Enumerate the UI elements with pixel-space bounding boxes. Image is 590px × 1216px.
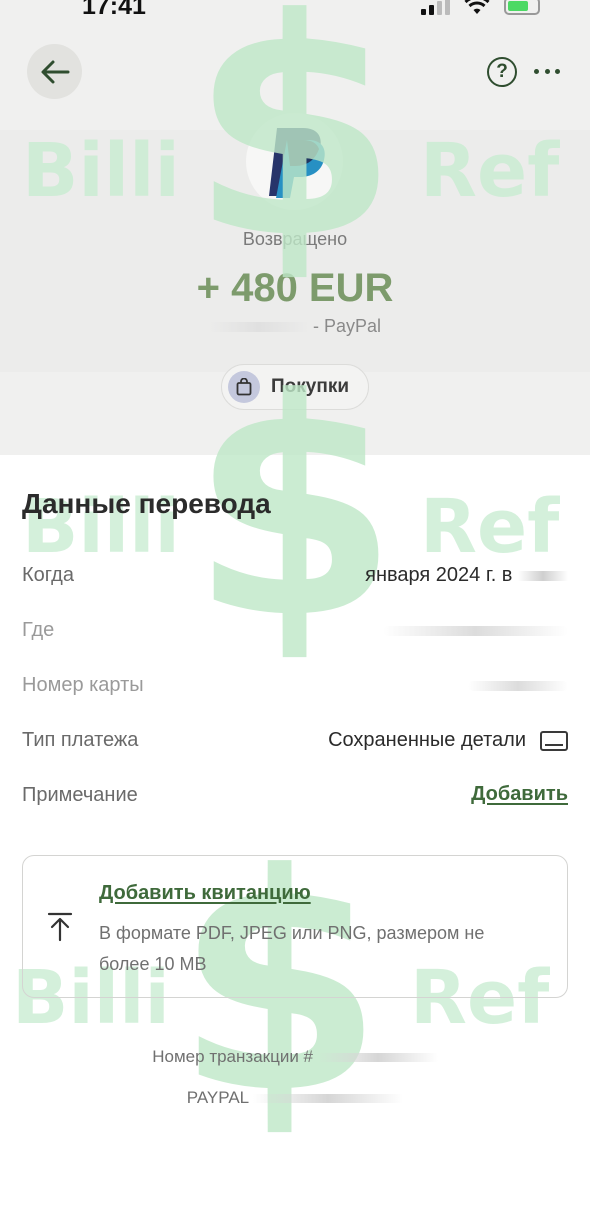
card-number-label: Номер карты bbox=[22, 674, 144, 696]
shopping-bag-icon bbox=[228, 371, 260, 403]
where-label: Где bbox=[22, 619, 55, 641]
when-time-redacted bbox=[518, 570, 568, 581]
note-label: Примечание bbox=[22, 784, 138, 806]
more-options-button[interactable] bbox=[534, 60, 560, 82]
merchant-name: - PayPal bbox=[0, 316, 590, 337]
transaction-status: Возвращено bbox=[242, 229, 348, 249]
card-number-redacted bbox=[468, 681, 568, 691]
wifi-icon bbox=[464, 0, 490, 14]
more-dot-icon bbox=[534, 68, 539, 74]
transaction-reference: PAYPAL bbox=[0, 1088, 590, 1108]
back-button[interactable] bbox=[27, 44, 82, 99]
upload-icon bbox=[47, 912, 73, 942]
where-value-redacted bbox=[383, 626, 568, 636]
signal-icon bbox=[421, 0, 450, 15]
merchant-redacted bbox=[208, 322, 309, 333]
transaction-number: Номер транзакции # bbox=[0, 1047, 590, 1067]
transaction-reference-label: PAYPAL bbox=[186, 1088, 249, 1107]
merchant-logo bbox=[246, 113, 343, 210]
payment-type-label: Тип платежа bbox=[22, 729, 139, 751]
payment-type-value: Сохраненные детали bbox=[328, 729, 568, 752]
when-label: Когда bbox=[22, 564, 74, 586]
merchant-suffix: - PayPal bbox=[312, 316, 382, 336]
transaction-amount: + 480 EUR bbox=[196, 266, 394, 310]
question-icon: ? bbox=[496, 61, 508, 82]
transaction-number-redacted bbox=[317, 1053, 438, 1063]
payment-type-text: Сохраненные детали bbox=[328, 729, 526, 751]
transaction-number-label: Номер транзакции # bbox=[152, 1047, 313, 1066]
receipt-description: В формате PDF, JPEG или PNG, размером не… bbox=[99, 923, 485, 974]
category-label: Покупки bbox=[271, 376, 350, 397]
card-icon bbox=[540, 730, 568, 751]
category-chip[interactable]: Покупки bbox=[221, 364, 369, 410]
add-receipt-link[interactable]: Добавить квитанцию bbox=[99, 882, 311, 905]
watermark-text-right-2: Ref bbox=[420, 484, 560, 570]
help-button[interactable]: ? bbox=[487, 57, 517, 87]
add-note-link[interactable]: Добавить bbox=[471, 783, 568, 806]
status-time: 17:41 bbox=[82, 0, 146, 20]
paypal-logo-icon bbox=[268, 127, 325, 198]
when-value: января 2024 г. в bbox=[365, 564, 568, 587]
transaction-reference-redacted bbox=[253, 1094, 404, 1104]
status-icons bbox=[421, 0, 540, 16]
when-date: января 2024 г. в bbox=[365, 564, 513, 586]
arrow-left-icon bbox=[41, 60, 69, 83]
battery-icon bbox=[504, 0, 540, 15]
details-title: Данные перевода bbox=[22, 488, 271, 519]
